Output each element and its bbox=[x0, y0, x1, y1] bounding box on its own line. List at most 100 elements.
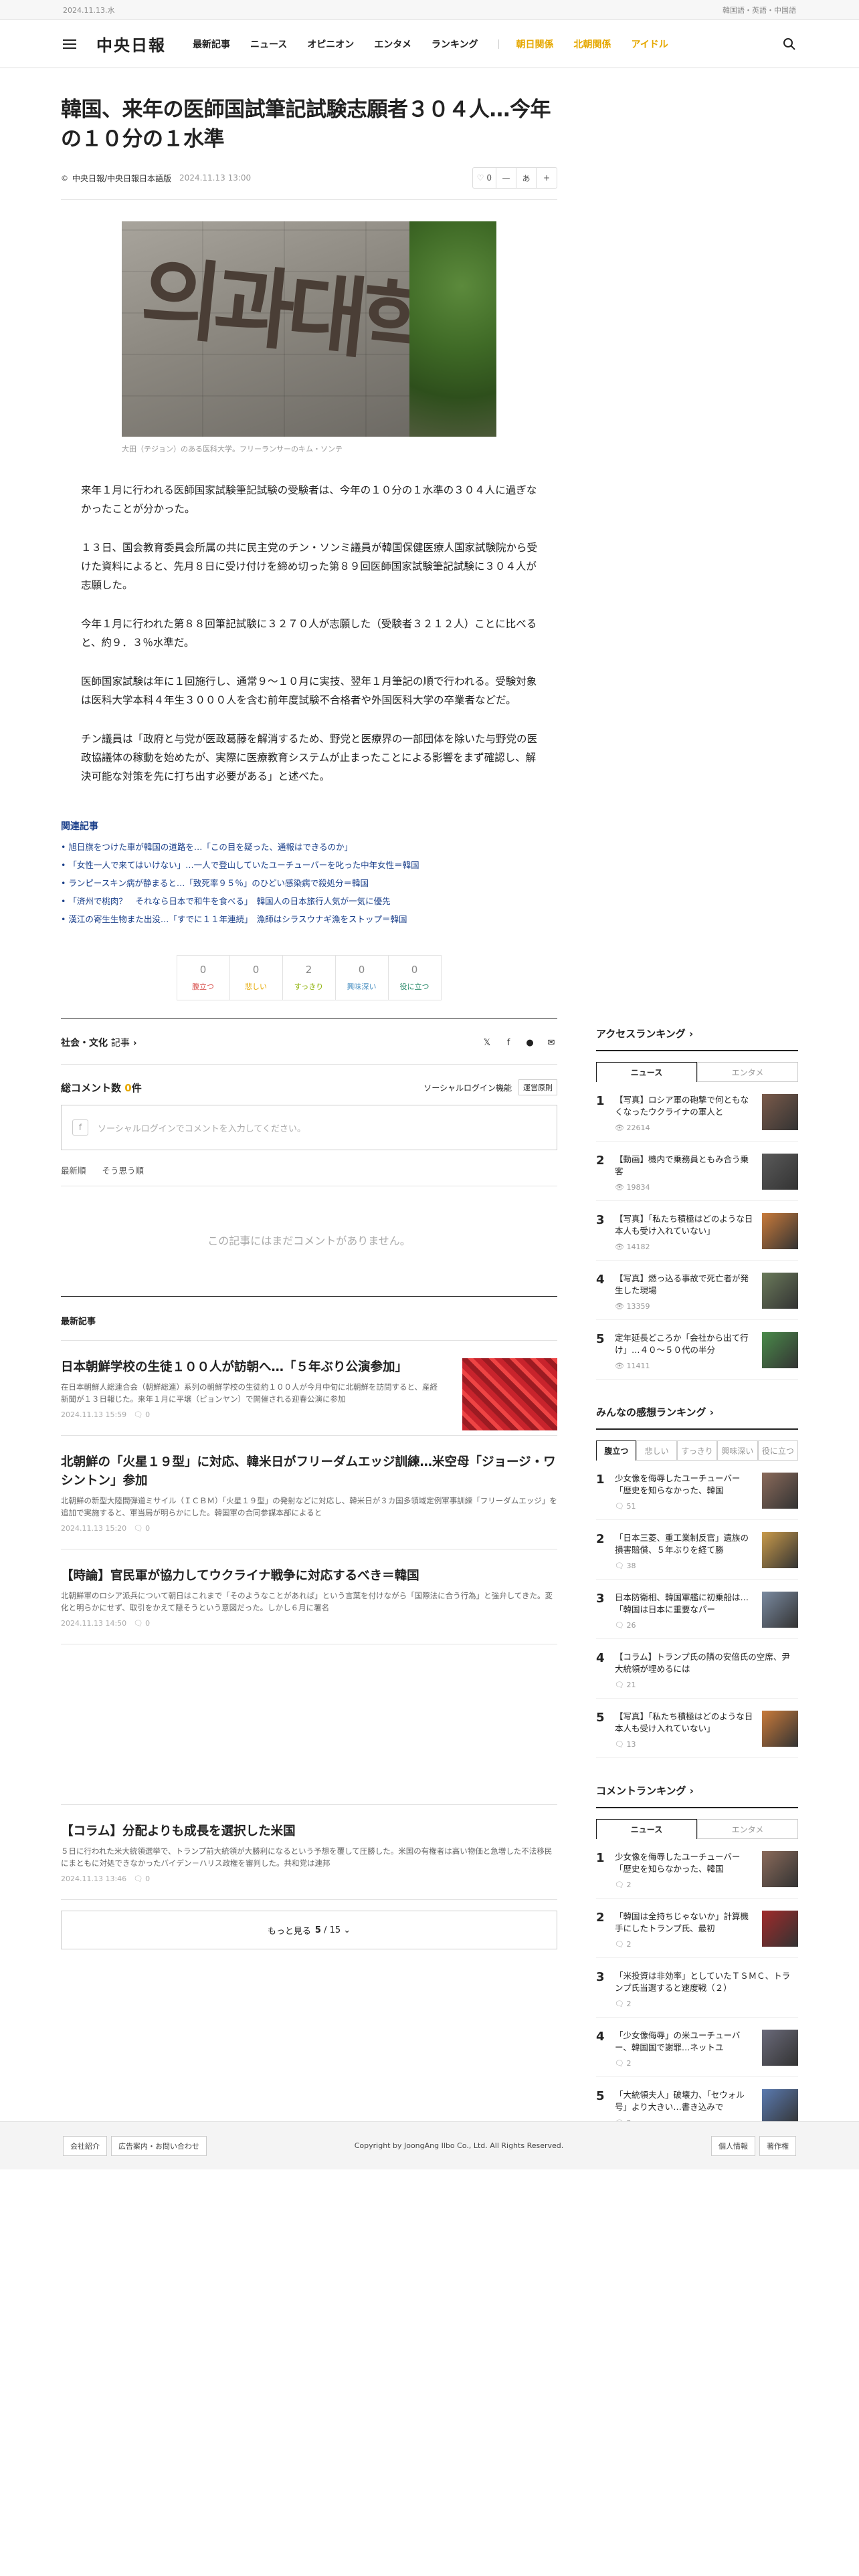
ranking-item[interactable]: 3 「米投資は非効率」としていたＴＳＭＣ、トランプ氏当選すると速度戦（２） 🗨 2 bbox=[596, 1958, 798, 2018]
sort-latest[interactable]: 最新順 bbox=[61, 1164, 86, 1176]
like-button[interactable]: ♡ 0 bbox=[473, 168, 496, 188]
rank-title: 定年延長どころか「会社から出て行け」…４０～５０代の半分 bbox=[615, 1333, 749, 1355]
rank-title: 「少女像侮辱」の米ユーチューバー、韓国国で謝罪…ネットユ bbox=[615, 2030, 741, 2052]
reaction-useful[interactable]: 0 役に立つ bbox=[387, 955, 442, 1000]
ranking-title[interactable]: みんなの感想ランキング › bbox=[596, 1405, 798, 1430]
latest-article[interactable]: 日本朝鮮学校の生徒１００人が訪朝へ…「５年ぶり公演参加」 在日本朝鮮人総連合会（… bbox=[61, 1341, 557, 1436]
rank-number: 3 bbox=[596, 1970, 605, 1984]
rank-count: 👁 11411 bbox=[615, 1362, 650, 1370]
site-footer: 会社紹介 広告案内・お問い合わせ Copyright by JoongAng I… bbox=[0, 2121, 859, 2169]
rank-count: 🗨 2 bbox=[615, 1940, 632, 1949]
rank-number: 2 bbox=[596, 1154, 605, 1168]
nav-latest[interactable]: 最新記事 bbox=[193, 37, 230, 51]
tab-refreshing[interactable]: すっきり bbox=[676, 1440, 718, 1461]
latest-article[interactable]: 【時論】官民軍が協力してウクライナ戦争に対応するべき＝韓国 北朝鮮軍のロシア派兵… bbox=[61, 1549, 557, 1644]
rank-number: 3 bbox=[596, 1592, 605, 1606]
category-link[interactable]: 社会・文化 記事 › bbox=[61, 1036, 137, 1049]
line-share-icon[interactable]: ● bbox=[524, 1037, 536, 1049]
facebook-icon: f bbox=[72, 1119, 88, 1136]
privacy-link[interactable]: 個人情報 bbox=[711, 2135, 755, 2156]
ads-contact-link[interactable]: 広告案内・お問い合わせ bbox=[111, 2135, 207, 2156]
ranking-item[interactable]: 2 「韓国は全持ちじゃないか」計算機手にしたトランプ氏、最初 🗨 2 bbox=[596, 1899, 798, 1958]
ranking-item[interactable]: 4 【写真】燃っ込る事故で死亡者が発生した現場 👁 13359 bbox=[596, 1261, 798, 1320]
nav-entertainment[interactable]: エンタメ bbox=[374, 37, 411, 51]
comment-input[interactable]: f ソーシャルログインでコメントを入力してください。 bbox=[61, 1105, 557, 1150]
sort-agree[interactable]: そう思う順 bbox=[102, 1164, 145, 1176]
nav-ranking[interactable]: ランキング bbox=[432, 37, 478, 51]
reaction-ranking: みんなの感想ランキング › 腹立つ 悲しい すっきり 興味深い 役に立つ 1 少女… bbox=[596, 1405, 799, 1758]
ranking-item[interactable]: 3 日本防衛相、韓国軍艦に初乗船は…「韓国は日本に重要なパー 🗨 26 bbox=[596, 1580, 798, 1639]
nav-opinion[interactable]: オピニオン bbox=[307, 37, 354, 51]
related-link[interactable]: ランピースキン病が静まると…「致死率９５％」のひどい感染病で殺処分＝韓国 bbox=[61, 874, 557, 892]
x-share-icon[interactable]: 𝕏 bbox=[481, 1037, 493, 1049]
reaction-buttons: 0 腹立つ 0 悲しい 2 すっきり 0 興味深い 0 役に立つ bbox=[61, 955, 557, 1000]
ranking-item[interactable]: 2 「日本三菱、重工業制反官」遺族の損害賠償、５年ぶりを経て勝 🗨 38 bbox=[596, 1520, 798, 1580]
tab-interesting[interactable]: 興味深い bbox=[717, 1440, 758, 1461]
nav-idol[interactable]: アイドル bbox=[632, 37, 668, 51]
rank-thumbnail bbox=[762, 1592, 798, 1628]
rank-number: 3 bbox=[596, 1213, 605, 1227]
ranking-item[interactable]: 1 少女像を侮辱したユーチューバー「歴史を知らなかった、韓国 🗨 2 bbox=[596, 1839, 798, 1899]
ranking-item[interactable]: 1 少女像を侮辱したユーチューバー「歴史を知らなかった、韓国 🗨 51 bbox=[596, 1461, 798, 1520]
font-size-label: あ bbox=[516, 168, 537, 188]
tab-news[interactable]: ニュース bbox=[596, 1062, 697, 1082]
rank-count: 🗨 21 bbox=[615, 1681, 636, 1689]
ranking-item[interactable]: 5 【写真】「私たち積極はどのような日本人も受け入れていない」 🗨 13 bbox=[596, 1699, 798, 1758]
mail-share-icon[interactable]: ✉ bbox=[545, 1037, 557, 1049]
tab-entertainment[interactable]: エンタメ bbox=[697, 1062, 798, 1082]
related-link[interactable]: 「済州で桃肉？ それなら日本で和牛を食べる」 韓国人の日本旅行人気が一気に優先 bbox=[61, 892, 557, 910]
nav-news[interactable]: ニュース bbox=[250, 37, 287, 51]
article-body: 来年１月に行われる医師国家試験筆記試験の受験者は、今年の１０分の１水準の３０４人… bbox=[81, 481, 537, 786]
menu-icon[interactable] bbox=[63, 39, 76, 49]
related-link[interactable]: 旭日旗をつけた車が韓国の道路を…「この目を疑った、通報はできるのか」 bbox=[61, 838, 557, 856]
rank-number: 4 bbox=[596, 1273, 605, 1287]
comment-icon: 🗨 bbox=[615, 1940, 627, 1949]
rank-thumbnail bbox=[762, 2030, 798, 2066]
site-logo[interactable]: 中央日報 bbox=[96, 32, 166, 56]
tab-news[interactable]: ニュース bbox=[596, 1819, 697, 1839]
font-decrease-button[interactable]: — bbox=[496, 168, 516, 188]
view-icon: 👁 bbox=[615, 1123, 627, 1132]
comment-icon: 🗨 bbox=[615, 1740, 627, 1749]
nav-japan-korea[interactable]: 朝日関係 bbox=[516, 37, 554, 51]
ranking-title[interactable]: コメントランキング › bbox=[596, 1784, 798, 1808]
related-link[interactable]: 「女性一人で来てはいけない」…一人で登山していたユーチューバーを叱った中年女性＝… bbox=[61, 856, 557, 874]
access-ranking: アクセスランキング › ニュース エンタメ 1 【写真】ロシア軍の砲撃で何ともなくな… bbox=[596, 1027, 798, 1380]
reaction-label: 興味深い bbox=[347, 982, 377, 991]
reaction-angry[interactable]: 0 腹立つ bbox=[176, 955, 230, 1000]
social-login-link[interactable]: ソーシャルログイン機能 bbox=[423, 1082, 512, 1093]
company-link[interactable]: 会社紹介 bbox=[63, 2135, 107, 2156]
ranking-item[interactable]: 4 【コラム】トランプ氏の隣の安倍氏の空席、尹大統領が埋めるには 🗨 21 bbox=[596, 1639, 798, 1699]
font-increase-button[interactable]: + bbox=[537, 168, 557, 188]
ranking-item[interactable]: 1 【写真】ロシア軍の砲撃で何ともなくなったウクライナの軍人と 👁 22614 bbox=[596, 1082, 798, 1142]
tab-useful[interactable]: 役に立つ bbox=[757, 1440, 799, 1461]
ranking-item[interactable]: 4 「少女像侮辱」の米ユーチューバー、韓国国で謝罪…ネットユ 🗨 2 bbox=[596, 2018, 798, 2077]
rank-count: 🗨 26 bbox=[615, 1621, 636, 1630]
rank-number: 1 bbox=[596, 1851, 605, 1865]
article-photo: 의과대학 bbox=[122, 221, 496, 437]
empty-comments-message: この記事にはまだコメントがありません。 bbox=[61, 1186, 557, 1297]
copyright-link[interactable]: 著作権 bbox=[759, 2135, 796, 2156]
nav-north-korea[interactable]: 北朝関係 bbox=[574, 37, 611, 51]
reaction-interesting[interactable]: 0 興味深い bbox=[335, 955, 389, 1000]
tab-sad[interactable]: 悲しい bbox=[636, 1440, 677, 1461]
rank-thumbnail bbox=[762, 1473, 798, 1509]
related-link[interactable]: 漢江の寄生生物また出没…「すでに１１年連続」 漁師はシラスウナギ漁をストップ＝韓… bbox=[61, 910, 557, 928]
view-icon: 👁 bbox=[615, 1243, 627, 1251]
search-icon[interactable] bbox=[783, 37, 796, 51]
reaction-refreshing[interactable]: 2 すっきり bbox=[282, 955, 336, 1000]
photo-caption: 大田（テジョン）のある医科大学。フリーランサーのキム・ソンテ bbox=[122, 445, 343, 453]
tab-entertainment[interactable]: エンタメ bbox=[697, 1819, 798, 1839]
reaction-sad[interactable]: 0 悲しい bbox=[229, 955, 283, 1000]
load-more-button[interactable]: もっと見る 5 / 15 ⌄ bbox=[61, 1911, 557, 1949]
language-links[interactable]: 韓国語・英語・中国語 bbox=[723, 5, 796, 15]
facebook-share-icon[interactable]: f bbox=[502, 1037, 514, 1049]
latest-article[interactable]: 北朝鮮の「火星１９型」に対応、韓米日がフリーダムエッジ訓練…米空母「ジョージ・ワ… bbox=[61, 1436, 557, 1549]
ranking-title[interactable]: アクセスランキング › bbox=[596, 1027, 798, 1051]
ranking-item[interactable]: 2 【動画】機内で乗務員ともみ合う乗客 👁 19834 bbox=[596, 1142, 798, 1201]
latest-article[interactable]: 【コラム】分配よりも成長を選択した米国 ５日に行われた米大統領選挙で、トランプ前… bbox=[61, 1805, 557, 1900]
tab-angry[interactable]: 腹立つ bbox=[596, 1440, 637, 1461]
ranking-item[interactable]: 5 定年延長どころか「会社から出て行け」…４０～５０代の半分 👁 11411 bbox=[596, 1320, 798, 1380]
policy-button[interactable]: 運営原則 bbox=[518, 1079, 557, 1095]
ranking-item[interactable]: 3 【写真】「私たち積極はどのような日本人も受け入れていない」 👁 14182 bbox=[596, 1201, 798, 1261]
